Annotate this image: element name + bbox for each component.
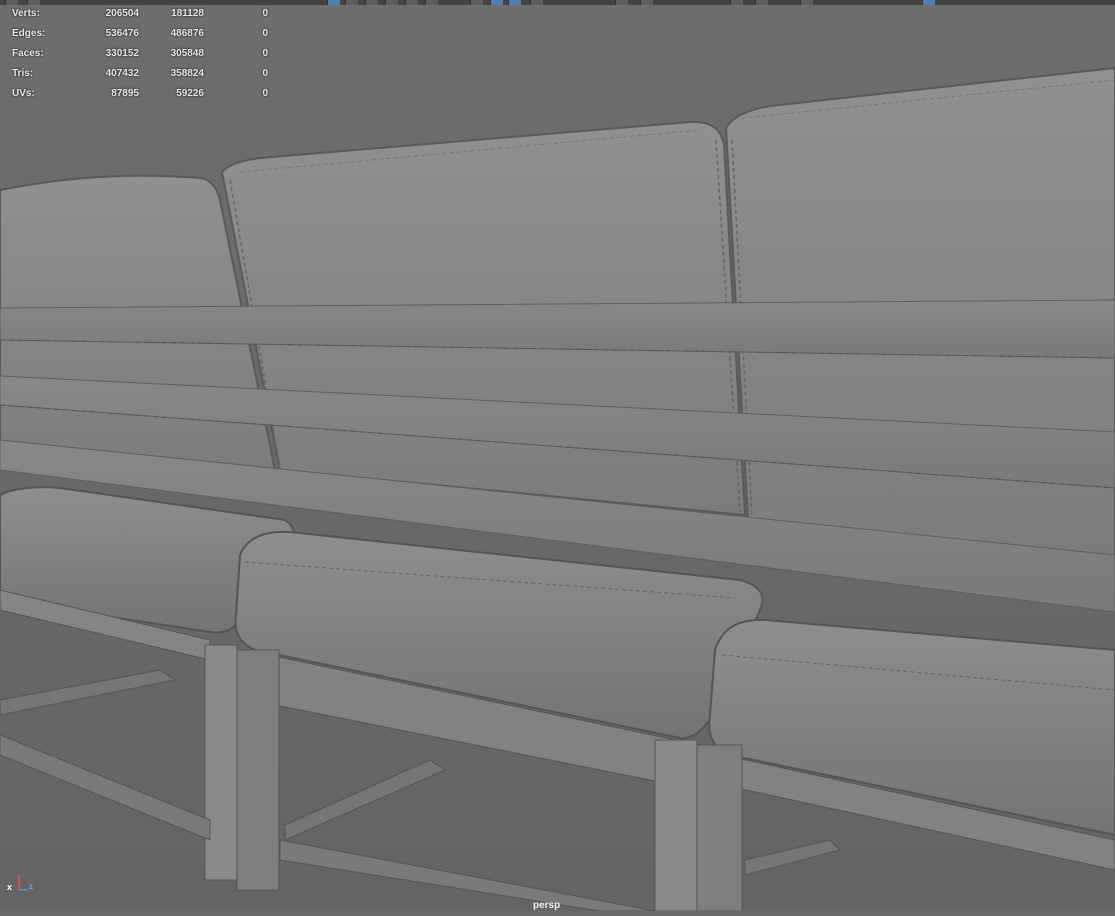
toolbar-button[interactable] xyxy=(345,0,358,5)
toolbar-button[interactable] xyxy=(755,0,768,5)
toolbar-button-active[interactable] xyxy=(490,0,503,5)
hud-value-visible: 486876 xyxy=(170,28,204,39)
hud-row-faces: Faces: 330152 305848 0 xyxy=(12,48,272,68)
toolbar-button[interactable] xyxy=(425,0,438,5)
sofa-model-render xyxy=(0,0,1115,912)
hud-label: Tris: xyxy=(12,68,34,79)
hud-label: Edges: xyxy=(12,28,46,39)
hud-value-selected: 0 xyxy=(262,28,268,39)
hud-value-scene: 206504 xyxy=(105,8,139,19)
hud-label: Faces: xyxy=(12,48,44,59)
hud-value-selected: 0 xyxy=(262,8,268,19)
toolbar-button[interactable] xyxy=(640,0,653,5)
axis-z-label: z xyxy=(29,882,33,891)
hud-value-visible: 181128 xyxy=(171,8,204,19)
hud-value-visible: 305848 xyxy=(170,48,204,59)
hud-row-edges: Edges: 536476 486876 0 xyxy=(12,28,272,48)
3d-viewport[interactable] xyxy=(0,0,1115,912)
axis-gizmo: x z xyxy=(4,870,44,900)
hud-value-selected: 0 xyxy=(262,48,268,59)
hud-row-verts: Verts: 206504 181128 0 xyxy=(12,8,272,28)
toolbar-button[interactable] xyxy=(530,0,543,5)
hud-value-scene: 536476 xyxy=(105,28,139,39)
toolbar-button[interactable] xyxy=(5,0,18,5)
toolbar-button[interactable] xyxy=(470,0,483,5)
hud-value-selected: 0 xyxy=(262,88,268,99)
toolbar-button[interactable] xyxy=(730,0,743,5)
toolbar-button-active[interactable] xyxy=(508,0,521,5)
hud-label: Verts: xyxy=(12,8,40,19)
hud-value-visible: 358824 xyxy=(170,68,204,79)
axis-x-label: x xyxy=(7,882,13,892)
hud-value-scene: 407432 xyxy=(105,68,139,79)
hud-value-selected: 0 xyxy=(262,68,268,79)
hud-value-visible: 59226 xyxy=(176,88,204,99)
poly-count-hud: Verts: 206504 181128 0 Edges: 536476 486… xyxy=(12,8,272,108)
toolbar-button[interactable] xyxy=(405,0,418,5)
toolbar-button[interactable] xyxy=(615,0,628,5)
toolbar-button[interactable] xyxy=(365,0,378,5)
hud-label: UVs: xyxy=(12,88,35,99)
toolbar-button[interactable] xyxy=(27,0,40,5)
toolbar-button-active[interactable] xyxy=(922,0,935,5)
toolbar-button-active[interactable] xyxy=(327,0,340,5)
toolbar-button[interactable] xyxy=(385,0,398,5)
toolbar-button[interactable] xyxy=(800,0,813,5)
hud-value-scene: 330152 xyxy=(105,48,139,59)
toolbar-strip xyxy=(0,0,1115,5)
camera-name-label: persp xyxy=(533,900,561,911)
hud-value-scene: 87895 xyxy=(111,88,139,99)
hud-row-uvs: UVs: 87895 59226 0 xyxy=(12,88,272,108)
hud-row-tris: Tris: 407432 358824 0 xyxy=(12,68,272,88)
